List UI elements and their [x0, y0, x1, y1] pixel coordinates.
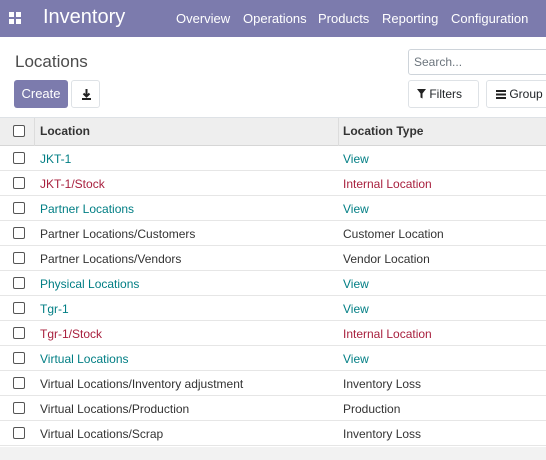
table-row[interactable]: Partner Locations/Vendors Vendor Location — [0, 246, 546, 271]
bottom-strip — [0, 447, 546, 460]
row-checkbox[interactable] — [13, 252, 25, 264]
group-by-button[interactable]: Group By — [486, 80, 546, 108]
table-row[interactable]: Virtual Locations/Inventory adjustment In… — [0, 371, 546, 396]
control-panel: Locations Create Filters Group By — [0, 37, 546, 118]
menu-products[interactable]: Products — [318, 11, 369, 26]
row-checkbox[interactable] — [13, 352, 25, 364]
cell-location-type: Vendor Location — [343, 252, 430, 266]
row-checkbox[interactable] — [13, 302, 25, 314]
cell-location-type: View — [343, 302, 369, 316]
table-row[interactable]: Virtual Locations/Scrap Inventory Loss — [0, 421, 546, 446]
filter-icon — [417, 89, 426, 99]
search-input[interactable] — [414, 51, 546, 73]
cell-location-type: View — [343, 202, 369, 216]
table-row[interactable]: Tgr-1/Stock Internal Location — [0, 321, 546, 346]
menu-overview[interactable]: Overview — [176, 11, 230, 26]
create-button[interactable]: Create — [14, 80, 68, 108]
cell-location-type: View — [343, 277, 369, 291]
column-header-location[interactable]: Location — [40, 124, 90, 138]
cell-location-type: Internal Location — [343, 327, 432, 341]
cell-location-type: Customer Location — [343, 227, 444, 241]
top-navbar: Inventory Overview Operations Products R… — [0, 0, 546, 37]
bars-icon — [496, 90, 506, 99]
row-checkbox[interactable] — [13, 152, 25, 164]
cell-location[interactable]: Virtual Locations/Production — [40, 402, 189, 416]
cell-location[interactable]: Partner Locations/Customers — [40, 227, 195, 241]
row-checkbox[interactable] — [13, 202, 25, 214]
row-checkbox[interactable] — [13, 427, 25, 439]
cell-location-type: View — [343, 352, 369, 366]
cell-location-type: Internal Location — [343, 177, 432, 191]
table-row[interactable]: Physical Locations View — [0, 271, 546, 296]
search-box — [408, 49, 546, 75]
cell-location[interactable]: JKT-1 — [40, 152, 71, 166]
row-checkbox[interactable] — [13, 227, 25, 239]
menu-configuration[interactable]: Configuration — [451, 11, 528, 26]
cell-location[interactable]: Tgr-1 — [40, 302, 69, 316]
table-row[interactable]: Partner Locations View — [0, 196, 546, 221]
locations-table: Location Location Type JKT-1 View JKT-1/St… — [0, 118, 546, 446]
cell-location[interactable]: Partner Locations — [40, 202, 134, 216]
filters-button[interactable]: Filters — [408, 80, 479, 108]
table-row[interactable]: Partner Locations/Customers Customer Loca… — [0, 221, 546, 246]
column-header-location-type[interactable]: Location Type — [343, 124, 423, 138]
app-title[interactable]: Inventory — [43, 6, 125, 29]
row-checkbox[interactable] — [13, 377, 25, 389]
column-divider — [34, 118, 35, 146]
table-row[interactable]: Tgr-1 View — [0, 296, 546, 321]
cell-location[interactable]: Physical Locations — [40, 277, 139, 291]
table-row[interactable]: Virtual Locations View — [0, 346, 546, 371]
menu-reporting[interactable]: Reporting — [382, 11, 438, 26]
table-row[interactable]: JKT-1/Stock Internal Location — [0, 171, 546, 196]
row-checkbox[interactable] — [13, 177, 25, 189]
cell-location-type: Inventory Loss — [343, 377, 422, 391]
cell-location[interactable]: JKT-1/Stock — [40, 177, 105, 191]
cell-location[interactable]: Virtual Locations — [40, 352, 129, 366]
menu-operations[interactable]: Operations — [243, 11, 307, 26]
table-row[interactable]: JKT-1 View — [0, 146, 546, 171]
download-button[interactable] — [71, 80, 100, 108]
group-by-label: Group By — [509, 87, 546, 101]
cell-location[interactable]: Virtual Locations/Inventory adjustment — [40, 377, 243, 391]
table-body: JKT-1 View JKT-1/Stock Internal Location Par… — [0, 146, 546, 446]
select-all-checkbox[interactable] — [13, 125, 25, 137]
cell-location-type: View — [343, 152, 369, 166]
column-divider — [338, 118, 339, 146]
row-checkbox[interactable] — [13, 277, 25, 289]
table-header: Location Location Type — [0, 118, 546, 146]
cell-location-type: Production — [343, 402, 401, 416]
cell-location[interactable]: Virtual Locations/Scrap — [40, 427, 163, 441]
cell-location[interactable]: Tgr-1/Stock — [40, 327, 102, 341]
row-checkbox[interactable] — [13, 327, 25, 339]
apps-menu-icon[interactable] — [9, 12, 21, 24]
row-checkbox[interactable] — [13, 402, 25, 414]
breadcrumb: Locations — [15, 52, 88, 71]
filters-label: Filters — [429, 87, 463, 101]
table-row[interactable]: Virtual Locations/Production Production — [0, 396, 546, 421]
download-icon — [82, 89, 91, 100]
cell-location-type: Inventory Loss — [343, 427, 422, 441]
cell-location[interactable]: Partner Locations/Vendors — [40, 252, 181, 266]
